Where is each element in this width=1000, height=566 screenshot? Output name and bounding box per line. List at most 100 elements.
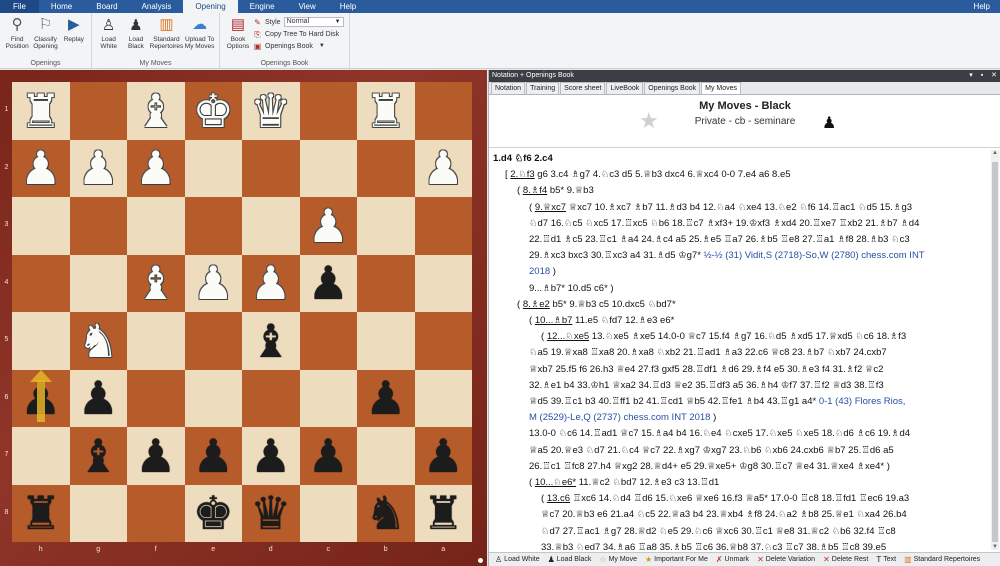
notation-line[interactable]: ( 8.♗f4 b5* 9.♕b3 xyxy=(493,183,987,199)
notation-line[interactable]: ( 12...♘xe5 13.♘xe5 ♗xe5 14.0-0 ♕c7 15.f… xyxy=(493,329,987,345)
move-text[interactable]: b5* 9.♕b3 xyxy=(547,185,594,196)
board-square[interactable] xyxy=(357,427,415,485)
board-square[interactable]: ♝ xyxy=(127,254,185,312)
move-text[interactable]: 11.♕c2 ♘bd7 12.♗e3 c3 13.♖d1 xyxy=(576,477,720,488)
panel-pin-icon[interactable]: ▪ xyxy=(981,72,983,79)
notation-line[interactable]: ( 8.♗e2 b5* 9.♕b3 c5 10.dxc5 ♘bd7* xyxy=(493,297,987,313)
panel-tab-livebook[interactable]: LiveBook xyxy=(606,82,644,94)
black-pawn[interactable]: ♟ xyxy=(193,433,234,479)
notation-line[interactable]: 29.♗xc3 bxc3 30.♖xc3 a4 31.♗d5 ♔g7* ½-½ … xyxy=(493,248,987,264)
move-text[interactable]: 10...♗b7 xyxy=(535,315,573,326)
black-pawn[interactable]: ♟ xyxy=(78,375,119,421)
white-bishop[interactable]: ♝ xyxy=(135,88,176,134)
notation-line[interactable]: ♕c7 20.♕b3 e6 21.a4 ♘c5 22.♕a3 b4 23.♕xb… xyxy=(493,507,987,523)
move-text[interactable]: ♕c7 20.♕b3 e6 21.a4 ♘c5 22.♕a3 b4 23.♕xb… xyxy=(541,509,907,520)
move-text[interactable]: 33.♕b3 ♘ed7 34.♗a6 ♖a8 35.♗b5 ♖c6 36.♕b8… xyxy=(541,542,886,551)
notation-line[interactable]: 22.♖d1 ♗c5 23.♖c1 ♗a4 24.♗c4 a5 25.♗e5 ♖… xyxy=(493,232,987,248)
move-text[interactable]: 9...♗b7* 10.d5 c6* ) xyxy=(529,283,614,294)
board-square[interactable]: ♟ xyxy=(414,139,472,197)
board-square[interactable] xyxy=(414,197,472,255)
notation-line[interactable]: [ 2.♘f3 g6 3.c4 ♗g7 4.♘c3 d5 5.♕b3 dxc4 … xyxy=(493,167,987,183)
move-text[interactable]: 29.♗xc3 bxc3 30.♖xc3 a4 31.♗d5 ♔g7* xyxy=(529,250,704,261)
scroll-up-icon[interactable]: ▲ xyxy=(991,150,999,156)
move-text[interactable]: ♕xb7 25.f5 f6 26.h3 ♕e4 27.f3 gxf5 28.♖d… xyxy=(529,364,883,375)
panel-close-icon[interactable]: ✕ xyxy=(991,72,997,79)
panel-tab-openings-book[interactable]: Openings Book xyxy=(644,82,701,94)
move-text[interactable]: 9.♕xc7 xyxy=(535,202,566,213)
board-square[interactable]: ♟ xyxy=(184,427,242,485)
game-reference[interactable]: 0-1 (43) Flores Rios, xyxy=(819,396,906,407)
board-square[interactable]: ♜ xyxy=(357,82,415,140)
notation-scrollbar[interactable]: ▲ ▼ xyxy=(991,150,999,550)
notation-text[interactable]: 1.d4 ♘f6 2.c4 [ 2.♘f3 g6 3.c4 ♗g7 4.♘c3 d… xyxy=(489,149,991,551)
move-text[interactable]: 1.d4 ♘f6 2.c4 xyxy=(493,153,553,164)
load-white-button[interactable]: ♙ Load White xyxy=(495,555,540,564)
move-text[interactable]: ♕xc7 10.♗xc7 ♗b7 11.♗d3 b4 12.♘a4 ♘xe4 1… xyxy=(566,202,912,213)
tab-opening[interactable]: Opening xyxy=(183,0,238,13)
standard-repertoires-button[interactable]: ▥ Standard Repertoires xyxy=(904,555,980,564)
notation-line[interactable]: ♘d7 27.♖ac1 ♗g7 28.♕d2 ♘e5 29.♘c6 ♕xc6 3… xyxy=(493,524,987,540)
board-square[interactable]: ♟ xyxy=(127,427,185,485)
panel-tab-notation[interactable]: Notation xyxy=(491,82,526,94)
text-button[interactable]: T Text xyxy=(876,555,896,564)
board-square[interactable]: ♜ xyxy=(12,484,70,542)
board-square[interactable] xyxy=(69,484,127,542)
board-square[interactable] xyxy=(299,139,357,197)
move-text[interactable]: ) xyxy=(710,412,716,423)
tab-engine[interactable]: Engine xyxy=(238,0,287,13)
white-pawn[interactable]: ♟ xyxy=(78,145,119,191)
board-square[interactable]: ♟ xyxy=(299,197,357,255)
move-text[interactable]: 11.e5 ♘fd7 12.♗e3 e6* xyxy=(572,315,674,326)
board-square[interactable]: ♝ xyxy=(127,82,185,140)
black-bishop[interactable]: ♝ xyxy=(78,433,119,479)
notation-line[interactable]: ( 13.c6 ♖xc6 14.♘d4 ♖d6 15.♘xe6 ♕xe6 16.… xyxy=(493,491,987,507)
white-king[interactable]: ♚ xyxy=(193,88,234,134)
white-bishop[interactable]: ♝ xyxy=(135,260,176,306)
board-square[interactable] xyxy=(69,82,127,140)
black-knight[interactable]: ♞ xyxy=(365,490,406,536)
move-text[interactable]: 22.♖d1 ♗c5 23.♖c1 ♗a4 24.♗c4 a5 25.♗e5 ♖… xyxy=(529,234,910,245)
important-for-me-button[interactable]: ★ Important For Me xyxy=(645,555,708,564)
notation-line[interactable]: 32.♗e1 b4 33.♔h1 ♕xa2 34.♖d3 ♕e2 35.♖df3… xyxy=(493,378,987,394)
black-bishop[interactable]: ♝ xyxy=(250,318,291,364)
scrollbar-thumb[interactable] xyxy=(992,162,998,542)
tab-home[interactable]: Home xyxy=(39,0,84,13)
tab-board[interactable]: Board xyxy=(84,0,129,13)
board-square[interactable] xyxy=(299,82,357,140)
board-square[interactable] xyxy=(299,312,357,370)
black-pawn[interactable]: ♟ xyxy=(135,433,176,479)
board-square[interactable] xyxy=(12,197,70,255)
notation-line[interactable]: ♕a5 20.♕e3 ♘d7 21.♘c4 ♕c7 22.♗xg7 ♔xg7 2… xyxy=(493,443,987,459)
board-square[interactable] xyxy=(299,369,357,427)
load-black-button[interactable]: ♟ Load Black xyxy=(548,555,592,564)
board-square[interactable]: ♛ xyxy=(242,484,300,542)
move-text[interactable]: ) xyxy=(550,266,556,277)
black-rook[interactable]: ♜ xyxy=(423,490,464,536)
notation-line[interactable]: ( 10...♘e6* 11.♕c2 ♘bd7 12.♗e3 c3 13.♖d1 xyxy=(493,475,987,491)
board-square[interactable]: ♞ xyxy=(69,312,127,370)
white-pawn[interactable]: ♟ xyxy=(20,145,61,191)
move-text[interactable]: 32.♗e1 b4 33.♔h1 ♕xa2 34.♖d3 ♕e2 35.♖df3… xyxy=(529,380,884,391)
scroll-down-icon[interactable]: ▼ xyxy=(991,544,999,550)
board-square[interactable]: ♟ xyxy=(12,139,70,197)
board-square[interactable] xyxy=(242,369,300,427)
notation-line[interactable]: ( 9.♕xc7 ♕xc7 10.♗xc7 ♗b7 11.♗d3 b4 12.♘… xyxy=(493,200,987,216)
board-square[interactable] xyxy=(12,312,70,370)
white-pawn[interactable]: ♟ xyxy=(193,260,234,306)
board-square[interactable] xyxy=(357,312,415,370)
move-text[interactable]: 8.♗f4 xyxy=(523,185,547,196)
white-pawn[interactable]: ♟ xyxy=(135,145,176,191)
help-link-right[interactable]: Help xyxy=(974,0,990,13)
chess-board[interactable]: ♜♝♚♛♜♟♟♟♟♟♝♟♟♟♞♝♟♟♟♝♟♟♟♟♟♜♚♛♞♜ xyxy=(12,82,472,542)
white-pawn[interactable]: ♟ xyxy=(423,145,464,191)
my-move-button[interactable]: ☆ My Move xyxy=(599,555,637,564)
board-square[interactable] xyxy=(184,197,242,255)
black-king[interactable]: ♚ xyxy=(193,490,234,536)
board-square[interactable] xyxy=(127,312,185,370)
move-text[interactable]: 2.♘f3 xyxy=(510,169,534,180)
notation-line[interactable]: M (2529)-Le,Q (2737) chess.com INT 2018 … xyxy=(493,410,987,426)
board-square[interactable] xyxy=(414,312,472,370)
board-square[interactable] xyxy=(12,254,70,312)
board-square[interactable] xyxy=(127,484,185,542)
black-pawn[interactable]: ♟ xyxy=(365,375,406,421)
